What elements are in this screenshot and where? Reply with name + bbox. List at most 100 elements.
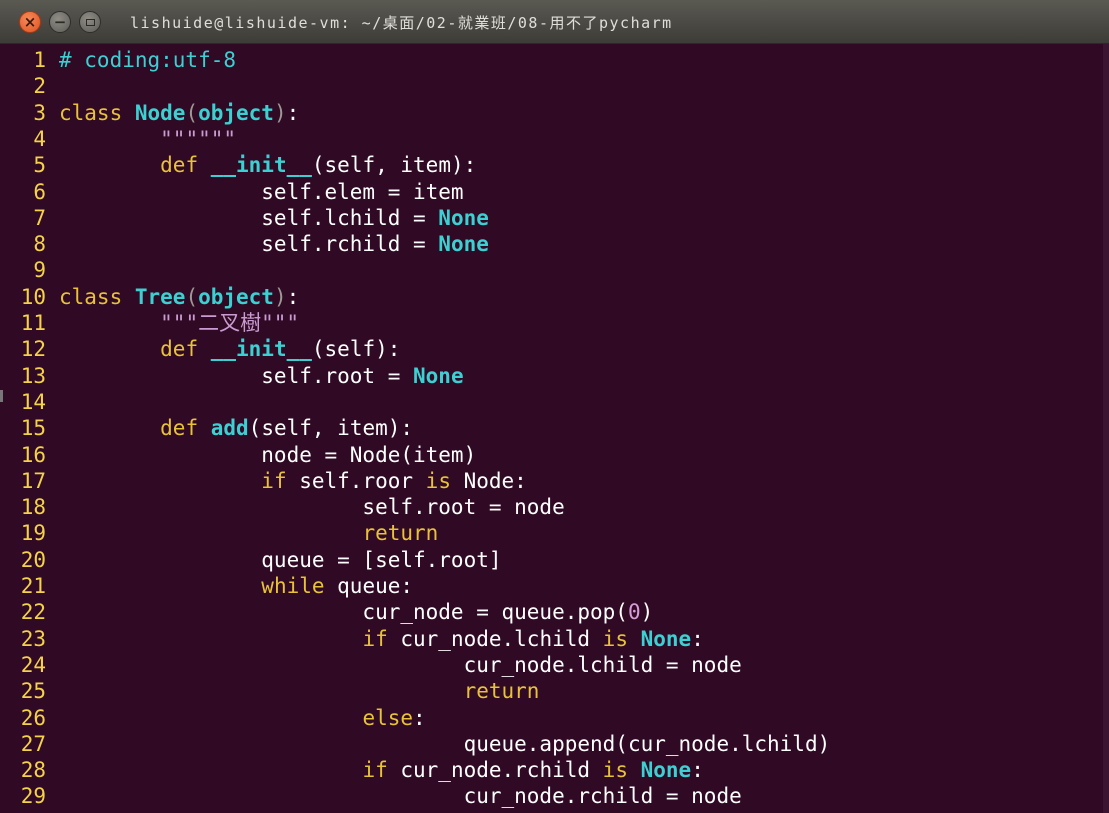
code-token: self.root = [59, 363, 414, 388]
code-token: cur_node.rchild = node [59, 784, 742, 809]
code-token: cur_node.lchild [400, 626, 603, 651]
code-token: add [210, 416, 249, 441]
line-number: 23 [20, 626, 46, 651]
code-line[interactable]: 17 if self.roor is Node: [0, 468, 1109, 494]
code-token: : [286, 284, 300, 309]
resize-handle[interactable] [0, 390, 3, 402]
code-text: cur_node.lchild = node [59, 652, 742, 678]
code-text: queue.append(cur_node.lchild) [59, 731, 831, 757]
minimize-icon: − [53, 12, 67, 31]
window-title: lishuide@lishuide-vm: ~/桌面/02-就業班/08-用不了… [130, 14, 673, 32]
code-token: : [691, 758, 704, 783]
code-token: cur_node.lchild = node [59, 652, 742, 677]
code-token: if [261, 468, 300, 493]
line-number: 2 [33, 74, 46, 99]
vim-editor[interactable]: 1 # coding:utf-8 2 3 class Node(object): 4 ""… [0, 46, 1109, 813]
code-text: self.lchild = None [59, 205, 489, 231]
code-line[interactable]: 28 if cur_node.rchild is None: [0, 757, 1109, 783]
code-token: node = Node(item) [59, 442, 477, 467]
code-line[interactable]: 27 queue.append(cur_node.lchild) [0, 731, 1109, 757]
code-token: Node [134, 100, 186, 125]
code-line[interactable]: 10 class Tree(object): [0, 284, 1109, 310]
code-line[interactable]: 21 while queue: [0, 573, 1109, 599]
line-number: 19 [20, 521, 46, 546]
title-bar[interactable]: × − lishuide@lishuide-vm: ~/桌面/02-就業班/08… [0, 0, 1109, 44]
code-token: self.rchild = [59, 232, 439, 257]
code-token: if [362, 758, 401, 783]
minimize-button[interactable]: − [49, 11, 71, 33]
code-line[interactable]: 9 [0, 257, 1109, 283]
code-text: # coding:utf-8 [59, 47, 236, 73]
code-token: return [362, 521, 439, 546]
line-number: 16 [20, 442, 46, 467]
line-number: 28 [20, 758, 46, 783]
code-token: ( [185, 100, 199, 125]
scrollbar[interactable] [1103, 44, 1109, 813]
line-number: 8 [33, 232, 46, 257]
code-line[interactable]: 20 queue = [self.root] [0, 547, 1109, 573]
code-line[interactable]: 8 self.rchild = None [0, 231, 1109, 257]
code-line[interactable]: 29 cur_node.rchild = node [0, 783, 1109, 809]
code-token: def [160, 153, 211, 178]
code-line[interactable]: 25 return [0, 678, 1109, 704]
code-token: (self, item): [248, 416, 414, 441]
code-token: object [198, 284, 274, 309]
code-text: node = Node(item) [59, 442, 476, 468]
code-text: while queue: [59, 573, 413, 599]
code-token: cur_node.rchild [400, 758, 603, 783]
code-text: def __init__(self, item): [59, 152, 476, 178]
code-text: """""" [59, 126, 236, 152]
code-token: def [160, 416, 211, 441]
maximize-button[interactable] [79, 11, 101, 33]
code-token: ) [273, 284, 287, 309]
code-line[interactable]: 15 def add(self, item): [0, 415, 1109, 441]
line-number: 20 [20, 547, 46, 572]
code-line[interactable]: 1 # coding:utf-8 [0, 47, 1109, 73]
code-token: None [640, 758, 692, 783]
line-number: 11 [20, 311, 46, 335]
code-line[interactable]: 16 node = Node(item) [0, 442, 1109, 468]
line-number: 9 [33, 258, 46, 283]
terminal-window: × − lishuide@lishuide-vm: ~/桌面/02-就業班/08… [0, 0, 1109, 813]
code-token: ) [640, 600, 654, 625]
code-text: else: [59, 705, 426, 731]
code-text: if cur_node.lchild is None: [59, 626, 703, 652]
line-number: 4 [33, 126, 46, 151]
code-text: queue = [self.root] [59, 547, 501, 573]
code-line[interactable]: 3 class Node(object): [0, 100, 1109, 126]
code-text: if cur_node.rchild is None: [59, 757, 704, 783]
line-number: 26 [20, 705, 46, 730]
code-line[interactable]: 11 """二叉樹""" [0, 310, 1109, 336]
code-line[interactable]: 13 self.root = None [0, 363, 1109, 389]
line-number: 29 [20, 784, 46, 809]
code-text: self.root = None [59, 363, 463, 389]
code-line[interactable]: 2 [0, 73, 1109, 99]
code-line[interactable]: 26 else: [0, 705, 1109, 731]
code-line[interactable]: 5 def __init__(self, item): [0, 152, 1109, 178]
code-token: Tree [134, 284, 186, 309]
code-line[interactable]: 7 self.lchild = None [0, 205, 1109, 231]
line-number: 27 [20, 731, 46, 756]
code-token: def [160, 337, 211, 362]
code-line[interactable]: 14 [0, 389, 1109, 415]
close-button[interactable]: × [19, 11, 41, 33]
code-line[interactable]: 23 if cur_node.lchild is None: [0, 626, 1109, 652]
code-token: """""" [160, 126, 237, 151]
code-token: None [438, 205, 489, 230]
code-line[interactable]: 12 def __init__(self): [0, 336, 1109, 362]
code-line[interactable]: 22 cur_node = queue.pop(0) [0, 599, 1109, 625]
code-token: is [425, 468, 464, 493]
line-number: 15 [20, 416, 46, 441]
code-line[interactable]: 18 self.root = node [0, 494, 1109, 520]
line-number: 13 [20, 363, 46, 388]
code-line[interactable]: 19 return [0, 520, 1109, 546]
code-line[interactable]: 4 """""" [0, 126, 1109, 152]
code-line[interactable]: 24 cur_node.lchild = node [0, 652, 1109, 678]
code-token: : [413, 705, 426, 730]
line-number: 7 [33, 205, 46, 230]
code-line[interactable]: 6 self.elem = item [0, 179, 1109, 205]
code-token: (self): [311, 337, 401, 362]
